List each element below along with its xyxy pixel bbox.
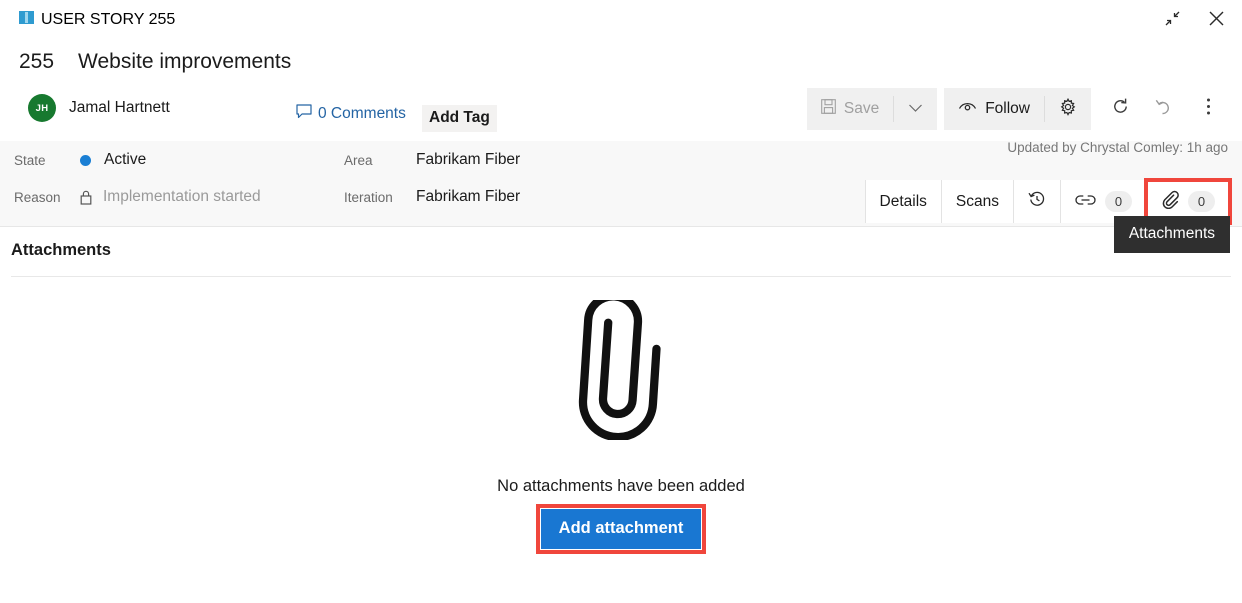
field-state-label: State xyxy=(14,152,46,168)
lock-icon xyxy=(80,190,92,205)
more-vertical-icon xyxy=(1206,97,1211,121)
state-dot xyxy=(80,154,91,166)
page-title: Attachments xyxy=(11,241,111,259)
field-area-label: Area xyxy=(344,152,373,168)
assignee-name: Jamal Hartnett xyxy=(69,99,170,116)
tab-details[interactable]: Details xyxy=(864,180,941,223)
refresh-button[interactable] xyxy=(1098,88,1142,130)
eye-icon xyxy=(958,100,977,118)
follow-label: Follow xyxy=(985,100,1030,117)
field-reason-label: Reason xyxy=(14,189,61,205)
tab-history[interactable] xyxy=(1013,180,1060,223)
work-item-type-row: USER STORY 255 xyxy=(19,11,175,29)
field-area[interactable]: Area Fabrikam Fiber xyxy=(344,151,520,169)
large-paperclip-icon xyxy=(565,292,683,445)
tab-scans-label: Scans xyxy=(955,192,999,210)
save-label: Save xyxy=(843,100,880,117)
save-disk-icon xyxy=(821,99,836,119)
comment-bubble-icon xyxy=(296,104,312,124)
field-state-value: Active xyxy=(104,151,147,168)
add-tag-button[interactable]: Add Tag xyxy=(422,105,497,132)
updated-by-text: Updated by Chrystal Comley: 1h ago xyxy=(1007,140,1228,155)
more-actions-button[interactable] xyxy=(1186,88,1230,130)
comments-count-label: 0 Comments xyxy=(318,105,406,122)
settings-button[interactable] xyxy=(1045,88,1091,130)
tab-scans[interactable]: Scans xyxy=(940,180,1013,223)
add-attachment-button[interactable]: Add attachment xyxy=(540,509,702,549)
field-iteration[interactable]: Iteration Fabrikam Fiber xyxy=(344,188,520,206)
work-item-title-row: 255 Website improvements xyxy=(19,50,291,74)
history-clock-icon xyxy=(1028,190,1046,213)
window-controls xyxy=(1156,6,1232,36)
add-attachment-wrapper: Add attachment xyxy=(535,504,707,554)
follow-button[interactable]: Follow xyxy=(944,88,1044,130)
work-item-header: USER STORY 255 255 Website improvements … xyxy=(0,0,1242,141)
empty-state-text: No attachments have been added xyxy=(497,477,745,495)
assignee-row[interactable]: JH Jamal Hartnett xyxy=(28,94,170,122)
work-item-id: 255 xyxy=(19,50,55,73)
work-item-toolbar: Save Follow xyxy=(806,88,1230,130)
close-button[interactable] xyxy=(1200,6,1232,36)
user-story-book-icon xyxy=(19,11,34,29)
save-button-group: Save xyxy=(806,88,938,130)
section-divider xyxy=(11,276,1231,277)
follow-button-group: Follow xyxy=(944,88,1091,130)
tab-details-label: Details xyxy=(879,192,927,210)
save-button[interactable]: Save xyxy=(807,88,893,130)
undo-icon xyxy=(1155,97,1174,121)
attachments-empty-state: No attachments have been added Add attac… xyxy=(0,292,1242,554)
comments-link[interactable]: 0 Comments xyxy=(296,104,406,124)
link-chain-icon xyxy=(1075,193,1096,211)
revert-button[interactable] xyxy=(1142,88,1186,130)
work-item-type-label: USER STORY 255 xyxy=(41,11,176,28)
field-reason[interactable]: Reason Implementation started xyxy=(14,188,261,206)
field-reason-value: Implementation started xyxy=(103,188,261,205)
save-dropdown-button[interactable] xyxy=(894,88,937,130)
close-icon xyxy=(1207,9,1226,33)
field-state[interactable]: State Active xyxy=(14,151,146,169)
field-iteration-value: Fabrikam Fiber xyxy=(416,188,521,205)
tab-attachments-count: 0 xyxy=(1188,191,1215,212)
restore-down-button[interactable] xyxy=(1156,6,1188,36)
attachments-tooltip: Attachments xyxy=(1113,216,1230,253)
gear-icon xyxy=(1059,97,1077,121)
restore-down-icon xyxy=(1164,10,1181,32)
refresh-icon xyxy=(1111,97,1130,121)
chevron-down-icon xyxy=(908,100,923,118)
field-area-value: Fabrikam Fiber xyxy=(416,151,521,168)
work-item-title[interactable]: Website improvements xyxy=(78,50,291,74)
work-item-dialog: USER STORY 255 255 Website improvements … xyxy=(0,0,1242,603)
tab-links-count: 0 xyxy=(1105,191,1132,212)
field-iteration-label: Iteration xyxy=(344,189,393,205)
paperclip-icon xyxy=(1161,190,1179,214)
avatar[interactable]: JH xyxy=(28,94,56,122)
